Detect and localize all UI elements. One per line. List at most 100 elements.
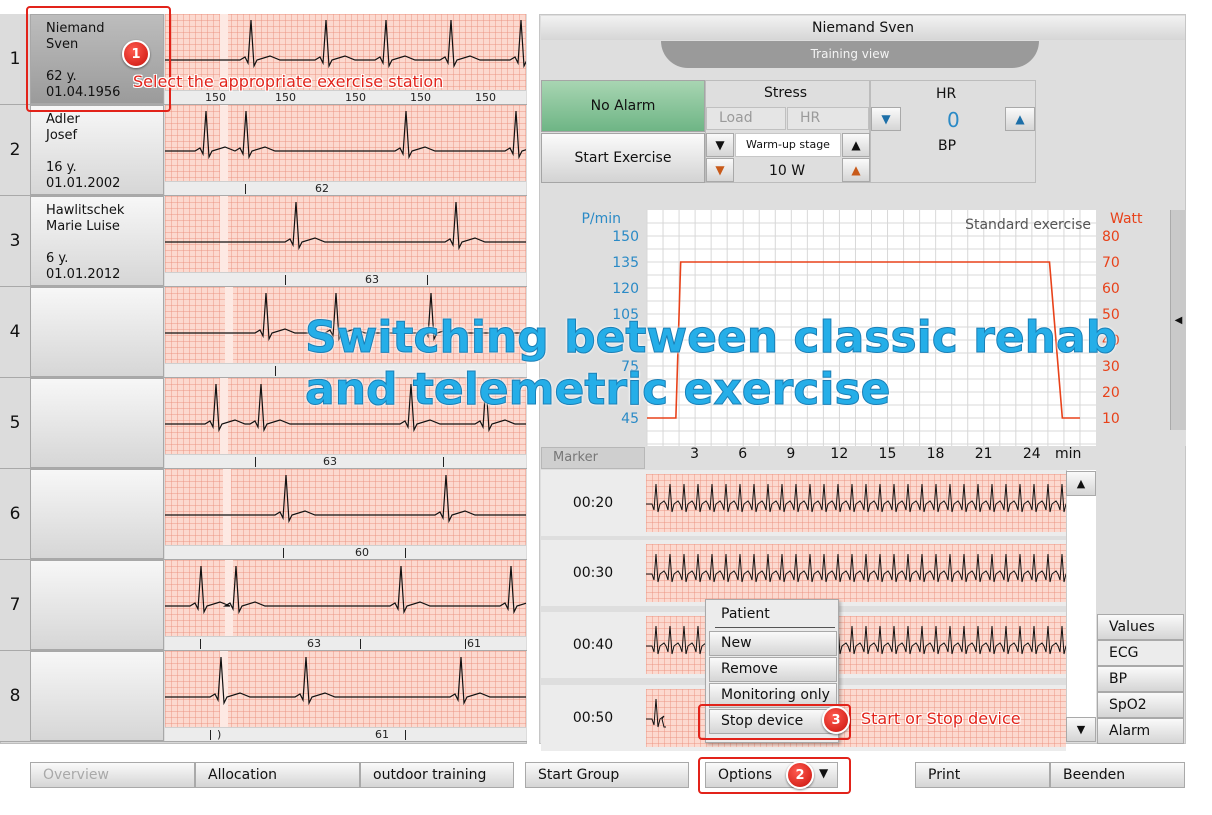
- menu-divider: [715, 627, 835, 628]
- y-right-tick-label: 10: [1102, 411, 1120, 427]
- heart-rate-value: 60: [355, 546, 369, 559]
- ruler-tick: [427, 275, 428, 285]
- stage-next-arrow-icon[interactable]: ▲: [842, 133, 870, 157]
- tab-ecg[interactable]: ECG: [1097, 640, 1184, 666]
- heart-rate-value: 61: [375, 728, 389, 741]
- station-patient-card[interactable]: Adler Josef 16 y. 01.01.2002: [30, 105, 164, 195]
- station-row-3[interactable]: 3 Hawlitschek Marie Luise 6 y. 01.01.2012 63: [0, 196, 527, 287]
- patient-firstname: Josef: [46, 128, 78, 143]
- ruler-tick: [283, 548, 284, 558]
- hr-down-arrow-icon[interactable]: ▼: [871, 107, 901, 131]
- ecg-trace: [165, 110, 526, 160]
- heart-rate-value: 61: [467, 637, 481, 650]
- panel-collapse-arrow-icon[interactable]: ◀: [1170, 210, 1186, 430]
- scroll-down-arrow-icon[interactable]: ▼: [1066, 717, 1096, 742]
- stress-hr-field: HR: [787, 107, 869, 130]
- station-row-7[interactable]: 7 63 61: [0, 560, 527, 651]
- heart-rate-value: 63: [307, 637, 321, 650]
- station-number: 4: [9, 322, 21, 342]
- y-right-axis-label: Watt: [1110, 211, 1143, 227]
- heart-rate-value: 63: [323, 455, 337, 468]
- heart-rate-ruler: 60: [165, 545, 526, 559]
- ruler-tick: [255, 457, 256, 467]
- y-left-tick-label: 150: [612, 229, 639, 245]
- ecg-trace: [646, 553, 1066, 583]
- heart-rate-value: 150: [475, 91, 496, 104]
- station-patient-card[interactable]: [30, 651, 164, 741]
- heart-rate-ruler: 63: [165, 272, 526, 286]
- ecg-waveform: [165, 565, 526, 615]
- heart-rate-ruler: 63: [165, 454, 526, 468]
- ecg-trace: [165, 656, 526, 706]
- ecg-trace: [165, 474, 526, 524]
- start-exercise-button[interactable]: Start Exercise: [541, 133, 705, 183]
- marker-row[interactable]: 00:30: [541, 540, 1066, 606]
- menu-item-new[interactable]: New: [709, 631, 837, 656]
- station-number: 2: [9, 140, 21, 160]
- no-alarm-button[interactable]: No Alarm: [541, 80, 705, 132]
- marker-button[interactable]: Marker: [541, 447, 645, 469]
- step-2-badge: 2: [786, 761, 814, 789]
- load-up-arrow-icon[interactable]: ▲: [842, 158, 870, 182]
- tab-spo2[interactable]: SpO2: [1097, 692, 1184, 718]
- y-left-axis-label: P/min: [581, 211, 621, 227]
- stress-label: Stress: [764, 85, 808, 101]
- training-view-tab[interactable]: Training view: [661, 41, 1039, 68]
- start-group-button[interactable]: Start Group: [525, 762, 689, 788]
- patient-age: 6 y.: [46, 251, 69, 266]
- tab-alarm[interactable]: Alarm: [1097, 718, 1184, 744]
- print-button[interactable]: Print: [915, 762, 1050, 788]
- y-right-tick-label: 70: [1102, 255, 1120, 271]
- marker-row[interactable]: 00:20: [541, 470, 1066, 536]
- station-patient-card[interactable]: [30, 287, 164, 377]
- station-row-6[interactable]: 6 60: [0, 469, 527, 560]
- ruler-tick: [210, 730, 211, 740]
- allocation-button[interactable]: Allocation: [195, 762, 360, 788]
- ruler-tick: [200, 639, 201, 649]
- tab-bp[interactable]: BP: [1097, 666, 1184, 692]
- scroll-up-arrow-icon[interactable]: ▲: [1066, 471, 1096, 496]
- station-patient-card[interactable]: Hawlitschek Marie Luise 6 y. 01.01.2012: [30, 196, 164, 286]
- ecg-waveform: [165, 19, 526, 69]
- beenden-button[interactable]: Beenden: [1050, 762, 1185, 788]
- outdoor-training-button[interactable]: outdoor training: [360, 762, 514, 788]
- hr-value: 0: [947, 108, 960, 132]
- station-row-2[interactable]: 2 Adler Josef 16 y. 01.01.2002 62: [0, 105, 527, 196]
- ruler-tick: [405, 548, 406, 558]
- heart-rate-value: ): [217, 728, 222, 741]
- station-row-8[interactable]: 8) 61: [0, 651, 527, 742]
- overview-button[interactable]: Overview: [30, 762, 195, 788]
- ruler-tick: [285, 275, 286, 285]
- load-down-arrow-icon[interactable]: ▼: [706, 158, 734, 182]
- station-patient-card[interactable]: [30, 469, 164, 559]
- heart-rate-value: 150: [345, 91, 366, 104]
- marker-time: 00:50: [572, 710, 614, 726]
- patient-name-header: Niemand Sven: [541, 16, 1185, 40]
- ruler-tick: [405, 730, 406, 740]
- x-axis-label: min: [1055, 446, 1082, 462]
- heart-rate-ruler: ) 61: [165, 727, 526, 741]
- station-patient-card[interactable]: [30, 560, 164, 650]
- station-ecg-strip: 62: [165, 105, 526, 195]
- station-ecg-strip: 63: [165, 196, 526, 286]
- stage-value: 10 W: [769, 163, 806, 179]
- heart-rate-value: 62: [315, 182, 329, 195]
- heart-rate-value: 63: [365, 273, 379, 286]
- hr-up-arrow-icon[interactable]: ▲: [1005, 107, 1035, 131]
- ecg-waveform: [165, 474, 526, 524]
- station-patient-card[interactable]: [30, 378, 164, 468]
- menu-item-remove[interactable]: Remove: [709, 657, 837, 682]
- heart-rate-ruler: 150 150 150 150 150: [165, 90, 526, 104]
- patient-age: 16 y.: [46, 160, 77, 175]
- station-ecg-strip: 63 61: [165, 560, 526, 650]
- station-number: 5: [9, 413, 21, 433]
- stage-up-arrow-icon[interactable]: ▼: [706, 133, 734, 157]
- marker-scrollbar[interactable]: [1066, 470, 1096, 742]
- tab-values[interactable]: Values: [1097, 614, 1184, 640]
- ecg-trace: [165, 565, 526, 615]
- load-field: Load: [706, 107, 786, 130]
- station-ecg-strip: ) 61: [165, 651, 526, 741]
- ruler-tick: [245, 184, 246, 194]
- x-tick-label: 21: [974, 446, 993, 462]
- heart-rate-value: 150: [205, 91, 226, 104]
